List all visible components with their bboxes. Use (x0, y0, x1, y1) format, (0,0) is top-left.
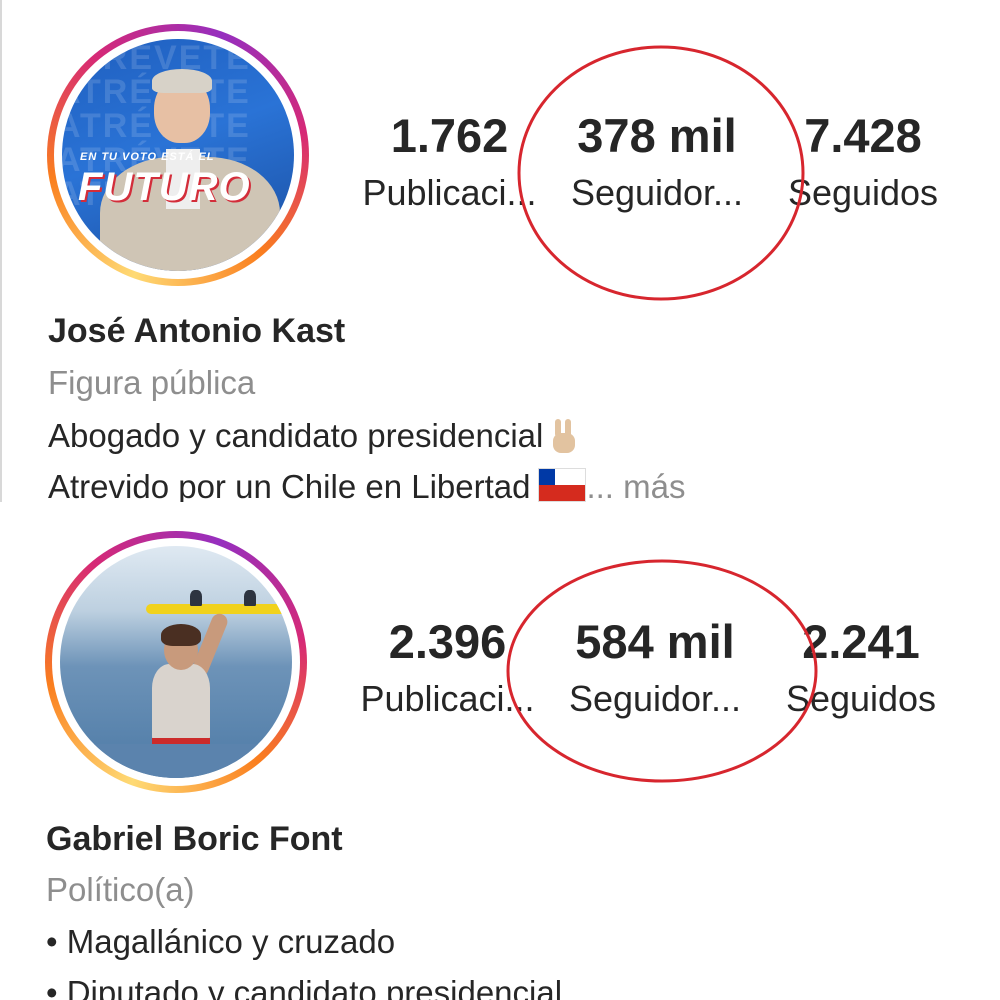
stat-posts-label: Publicaci... (362, 172, 537, 213)
avatar-photo: ATRÉVETE ATRÉVETE ATRÉVETE ATRÉVETE ATRÉ… (62, 39, 294, 271)
paddler (190, 590, 202, 606)
bio-line-2: • Diputado y candidato presidencial (46, 974, 563, 1000)
paddler (244, 590, 256, 606)
profile-name: Gabriel Boric Font (46, 820, 343, 858)
bio-line-2-text: Atrevido por un Chile en Libertad (48, 468, 531, 502)
profile-card-kast: ATRÉVETE ATRÉVETE ATRÉVETE ATRÉVETE ATRÉ… (0, 0, 1000, 502)
person-body (152, 664, 210, 744)
red-circle-annotation (506, 559, 818, 783)
more-link[interactable]: ... más (586, 468, 685, 502)
profile-name: José Antonio Kast (48, 312, 346, 350)
stat-posts-value: 1.762 (390, 109, 509, 162)
water (60, 744, 292, 778)
bio-line-2: Atrevido por un Chile en Libertad ... más (48, 468, 686, 502)
profile-avatar[interactable]: ATRÉVETE ATRÉVETE ATRÉVETE ATRÉVETE ATRÉ… (47, 24, 309, 286)
avatar-slogan-small: EN TU VOTO ESTÁ EL (80, 151, 215, 163)
bio-line-1: • Magallánico y cruzado (46, 923, 396, 960)
profile-avatar[interactable] (45, 531, 307, 793)
avatar-ring-gap (52, 538, 300, 786)
bio-line-1: Abogado y candidato presidencial (48, 417, 579, 455)
red-circle-annotation (517, 45, 805, 301)
avatar-ring-gap: ATRÉVETE ATRÉVETE ATRÉVETE ATRÉVETE ATRÉ… (54, 31, 302, 279)
peace-hand-emoji-icon (549, 419, 579, 453)
person-hair (152, 69, 212, 93)
profile-category: Figura pública (48, 364, 256, 401)
chile-flag-emoji-icon (538, 468, 587, 502)
profile-category: Político(a) (46, 871, 195, 908)
profile-card-boric: 2.396 Publicaci... 584 mil Seguidor... 2… (0, 502, 1000, 1000)
bio-line-1-text: Abogado y candidato presidencial (48, 417, 544, 454)
person-hair (161, 624, 201, 646)
avatar-photo (60, 546, 292, 778)
avatar-slogan-big: FUTURO (78, 165, 251, 209)
stat-posts[interactable]: 1.762 Publicaci... (362, 112, 537, 211)
